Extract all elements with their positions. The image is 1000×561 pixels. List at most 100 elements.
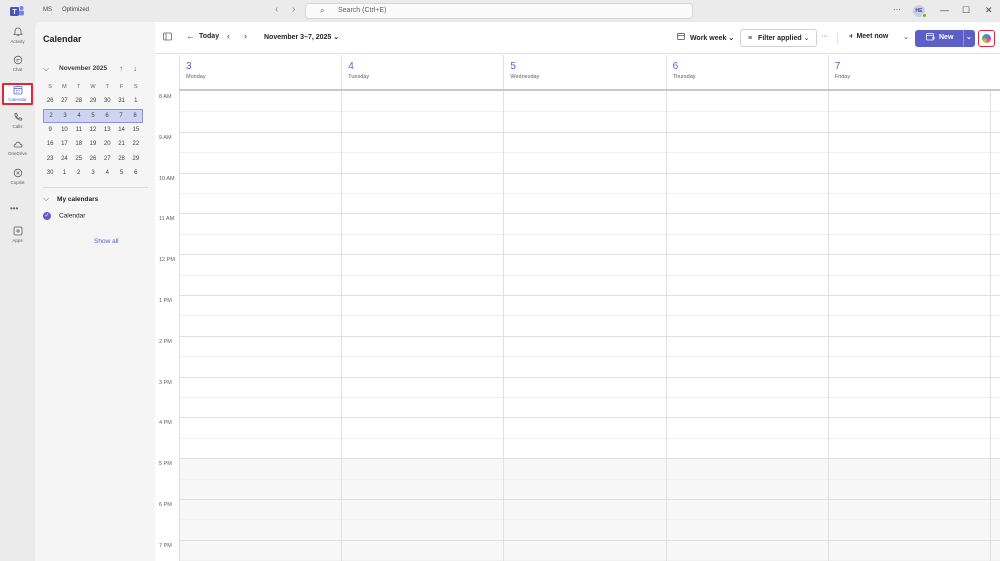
day-headers: 3 Monday 4 Tuesday 5 Wednesday 6 Thursday 7 Frida…: [155, 55, 1000, 89]
previous-month-icon[interactable]: ↑: [119, 64, 123, 73]
mini-calendar-day[interactable]: 27: [100, 156, 114, 162]
day-column-header[interactable]: 3 Monday: [179, 55, 341, 89]
mini-calendar-day[interactable]: 10: [57, 127, 71, 133]
half-hour-line: [179, 193, 1000, 194]
checkmark-icon[interactable]: ✓: [43, 212, 51, 220]
forward-icon[interactable]: ›: [292, 4, 295, 15]
avatar-initials: HE: [915, 8, 923, 14]
show-all-link[interactable]: Show all: [94, 238, 119, 245]
mini-calendar-day[interactable]: 29: [129, 156, 143, 162]
search-box[interactable]: ⌕ Search (Ctrl+E): [305, 3, 693, 19]
mini-calendar-day[interactable]: 21: [114, 141, 128, 147]
mini-calendar-day[interactable]: 2: [44, 113, 58, 119]
more-options-icon[interactable]: ···: [821, 33, 828, 40]
day-column-header[interactable]: 7 Friday: [827, 55, 990, 89]
org-initials[interactable]: MS: [43, 7, 52, 13]
rail-item-activity[interactable]: Activity: [2, 27, 33, 49]
mini-calendar-day[interactable]: 13: [100, 127, 114, 133]
day-name: Tuesday: [348, 74, 370, 80]
meet-now-icon: ⫞: [849, 33, 853, 40]
previous-week-icon[interactable]: ‹: [227, 31, 230, 41]
mini-calendar-day[interactable]: 6: [100, 113, 114, 119]
more-apps-icon[interactable]: •••: [10, 204, 18, 213]
mini-calendar-day[interactable]: 19: [86, 141, 100, 147]
mini-calendar-day[interactable]: 15: [129, 127, 143, 133]
mini-calendar-day[interactable]: 4: [100, 170, 114, 176]
mini-calendar-day[interactable]: 3: [86, 170, 100, 176]
mini-calendar-day[interactable]: 6: [129, 170, 143, 176]
rail-item-chat[interactable]: Chat: [2, 55, 33, 77]
filter-icon: ≡: [748, 35, 753, 42]
mini-calendar-day[interactable]: 16: [43, 141, 57, 147]
rail-label: Copilot: [10, 180, 25, 185]
close-button[interactable]: ✕: [985, 5, 993, 16]
mini-calendar-day[interactable]: 31: [114, 98, 128, 104]
mini-calendar-day[interactable]: 14: [114, 127, 128, 133]
mini-calendar-day[interactable]: 12: [86, 127, 100, 133]
hour-label: 11 AM: [159, 216, 175, 223]
org-name[interactable]: Optimized: [62, 7, 89, 13]
rail-item-apps[interactable]: Apps: [2, 226, 33, 248]
rail-item-calendar[interactable]: Calendar: [2, 83, 33, 105]
hour-line: [179, 458, 1000, 460]
mini-calendar-day[interactable]: 1: [57, 170, 71, 176]
day-column-header[interactable]: 4 Tuesday: [341, 55, 503, 89]
chevron-down-icon[interactable]: ⌄: [966, 33, 972, 41]
mini-calendar-day[interactable]: 23: [43, 156, 57, 162]
view-switcher[interactable]: Work week ⌄: [677, 33, 734, 42]
mini-calendar-day[interactable]: 8: [128, 113, 142, 119]
mini-calendar-day[interactable]: 30: [43, 170, 57, 176]
maximize-button[interactable]: ☐: [962, 5, 970, 16]
mini-calendar-day[interactable]: 17: [57, 141, 71, 147]
mini-calendar-day[interactable]: 2: [72, 170, 86, 176]
next-month-icon[interactable]: ↓: [133, 64, 137, 73]
date-range-picker[interactable]: November 3–7, 2025 ⌄: [264, 33, 339, 41]
mini-calendar-day[interactable]: 1: [129, 98, 143, 104]
mini-calendar-day[interactable]: 24: [57, 156, 71, 162]
mini-calendar-day[interactable]: 4: [72, 113, 86, 119]
mini-calendar-month[interactable]: November 2025: [59, 65, 107, 72]
rail-item-calls[interactable]: Calls: [2, 112, 33, 134]
meet-now-chevron-icon[interactable]: ⌄: [903, 33, 909, 41]
mini-calendar-day[interactable]: 18: [72, 141, 86, 147]
more-options-icon[interactable]: ···: [893, 5, 901, 14]
rail-label: OneDrive: [7, 151, 27, 156]
collapse-chevron-icon[interactable]: ⌵: [43, 64, 49, 74]
toggle-sidebar-icon[interactable]: [163, 32, 172, 43]
day-column-header[interactable]: 6 Thursday: [665, 55, 828, 89]
mini-calendar-day[interactable]: 9: [43, 127, 57, 133]
new-event-button[interactable]: New ⌄: [915, 30, 975, 47]
mini-calendar-day[interactable]: 7: [114, 113, 128, 119]
mini-calendar-day[interactable]: 28: [114, 156, 128, 162]
mini-calendar-day[interactable]: 26: [86, 156, 100, 162]
time-grid[interactable]: 8 AM 9 AM 10 AM 11 AM 12 PM 1 PM 2 PM 3 PM 4 PM 5…: [155, 91, 1000, 561]
mini-calendar-day[interactable]: 30: [100, 98, 114, 104]
mini-calendar-day[interactable]: 29: [86, 98, 100, 104]
mini-calendar-day[interactable]: 5: [114, 170, 128, 176]
back-icon[interactable]: ‹: [275, 4, 278, 15]
mini-calendar-day[interactable]: 27: [57, 98, 71, 104]
calendar-main: ← Today ‹ › November 3–7, 2025 ⌄ Work we…: [155, 22, 1000, 561]
today-button[interactable]: Today: [199, 33, 219, 40]
mini-calendar-day[interactable]: 22: [129, 141, 143, 147]
rail-item-copilot[interactable]: Copilot: [2, 168, 33, 190]
day-column-header[interactable]: 5 Wednesday: [503, 55, 665, 89]
mini-calendar-day[interactable]: 5: [86, 113, 100, 119]
meet-now-button[interactable]: ⫞ Meet now: [849, 33, 888, 41]
mini-calendar-day[interactable]: 26: [43, 98, 57, 104]
my-calendars-header[interactable]: ⌵ My calendars: [43, 194, 98, 204]
rail-label: Activity: [10, 39, 25, 44]
calendar-list-item[interactable]: ✓ Calendar: [43, 212, 85, 220]
mini-calendar-day[interactable]: 11: [72, 127, 86, 133]
copilot-button[interactable]: [978, 30, 995, 47]
rail-item-onedrive[interactable]: OneDrive: [2, 139, 33, 161]
avatar[interactable]: HE: [913, 5, 927, 18]
mini-calendar-day[interactable]: 3: [58, 113, 72, 119]
mini-calendar-day[interactable]: 25: [72, 156, 86, 162]
filter-button[interactable]: ≡ Filter applied ⌄: [740, 29, 817, 47]
minimize-button[interactable]: —: [940, 5, 949, 15]
arrow-left-icon: ←: [186, 31, 195, 41]
mini-calendar-day[interactable]: 20: [100, 141, 114, 147]
next-week-icon[interactable]: ›: [244, 31, 247, 41]
mini-calendar-day[interactable]: 28: [72, 98, 86, 104]
